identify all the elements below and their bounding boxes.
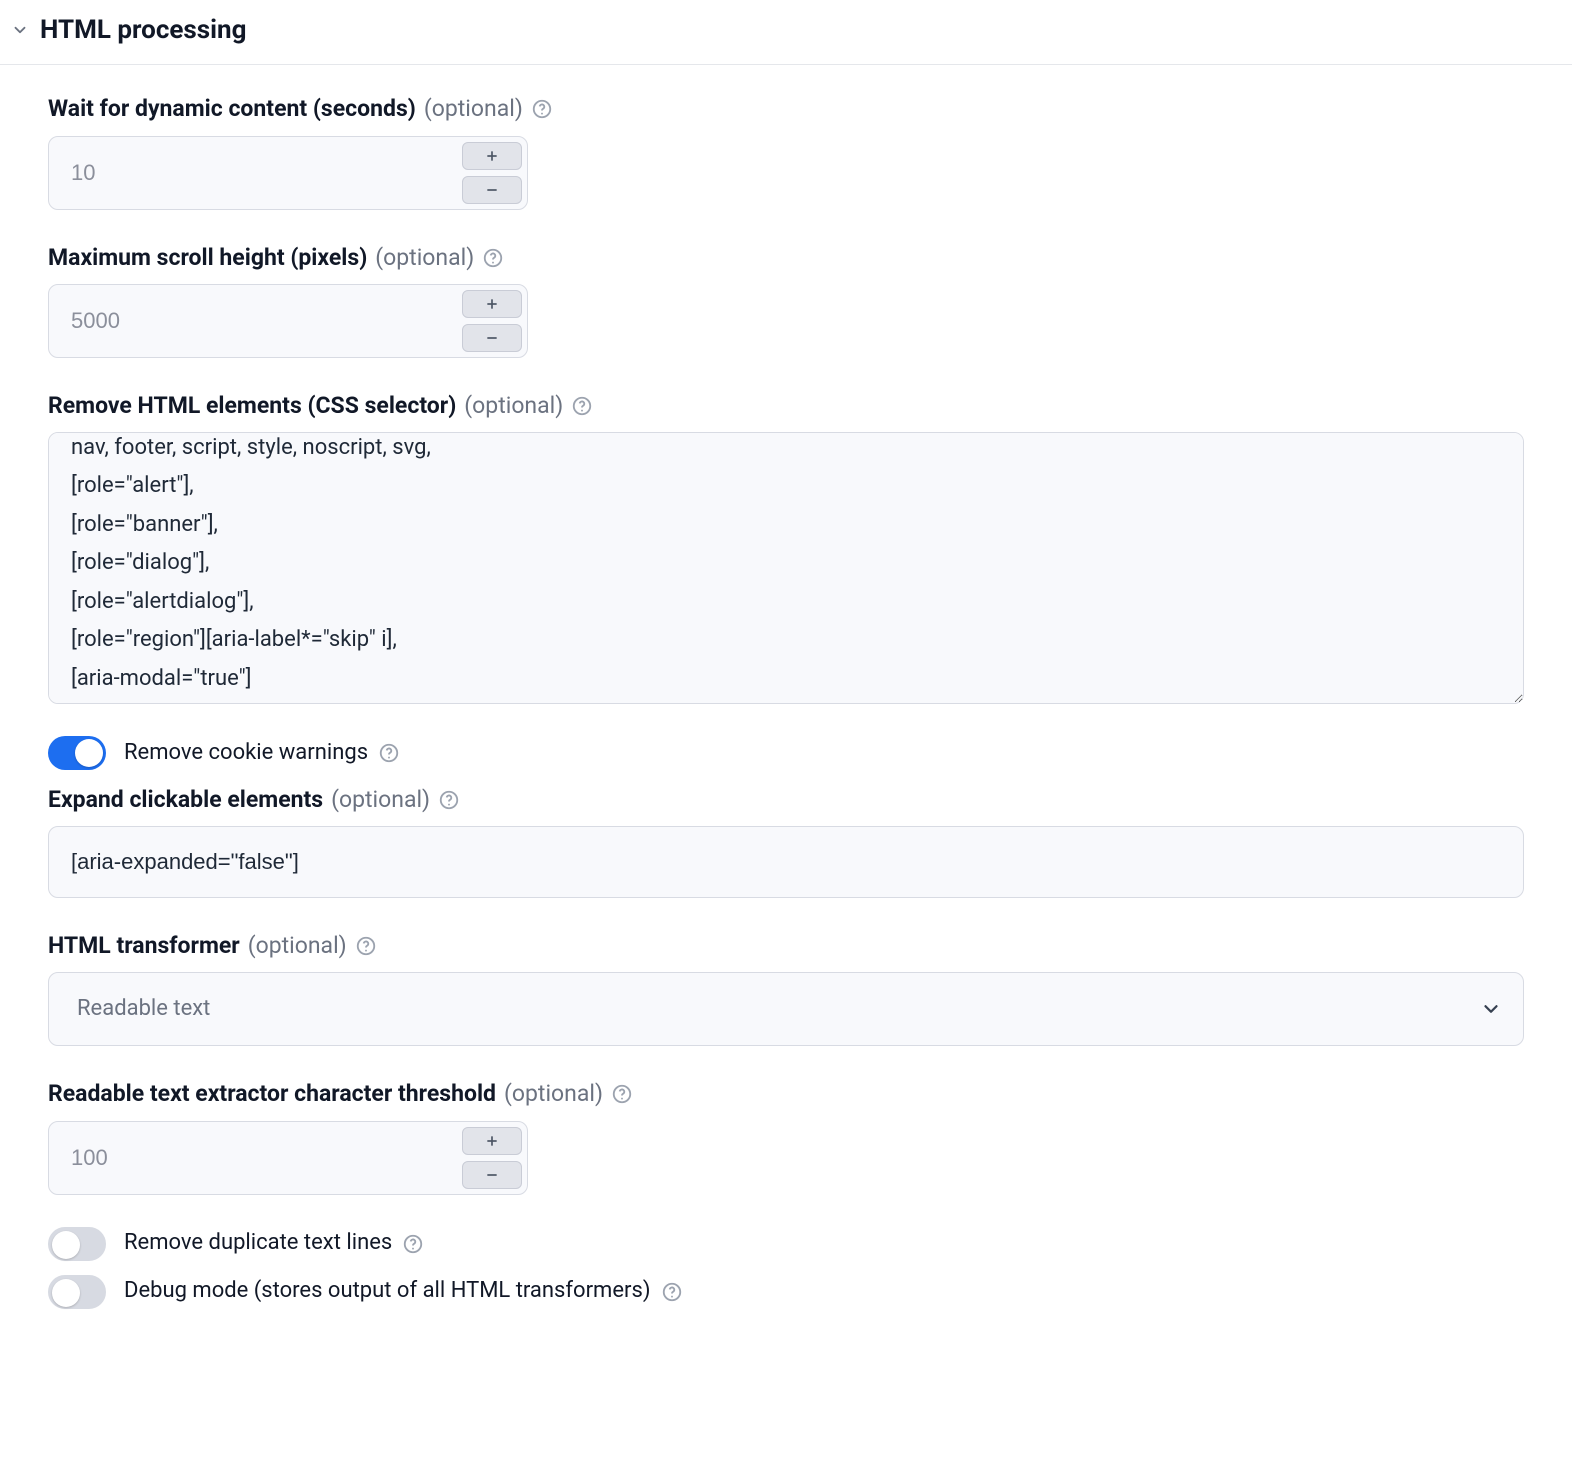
chevron-down-icon <box>10 20 30 40</box>
html-transformer-select[interactable]: Readable text <box>48 972 1524 1046</box>
chevron-down-icon <box>1480 998 1502 1020</box>
help-icon[interactable] <box>355 935 377 957</box>
html-transformer-label: HTML transformer <box>48 930 240 962</box>
optional-tag: (optional) <box>464 390 563 422</box>
expand-clickable-field: Expand clickable elements (optional) <box>48 784 1524 898</box>
help-icon[interactable] <box>438 789 460 811</box>
expand-clickable-input[interactable] <box>48 826 1524 898</box>
help-icon[interactable] <box>402 1233 424 1255</box>
wait-label: Wait for dynamic content (seconds) <box>48 93 416 125</box>
wait-decrement-button[interactable] <box>462 176 522 204</box>
section-title: HTML processing <box>40 12 246 48</box>
optional-tag: (optional) <box>424 93 523 125</box>
max-scroll-input[interactable] <box>48 284 528 358</box>
max-scroll-increment-button[interactable] <box>462 290 522 318</box>
help-icon[interactable] <box>531 98 553 120</box>
expand-clickable-label: Expand clickable elements <box>48 784 323 816</box>
debug-mode-row: Debug mode (stores output of all HTML tr… <box>48 1275 1524 1309</box>
remove-selector-label: Remove HTML elements (CSS selector) <box>48 390 456 422</box>
form-body: Wait for dynamic content (seconds) (opti… <box>0 65 1572 1328</box>
optional-tag: (optional) <box>504 1078 603 1110</box>
help-icon[interactable] <box>378 742 400 764</box>
remove-cookie-warnings-toggle[interactable] <box>48 736 106 770</box>
html-transformer-selected: Readable text <box>77 994 210 1025</box>
wait-field: Wait for dynamic content (seconds) (opti… <box>48 93 1524 209</box>
help-icon[interactable] <box>661 1281 683 1303</box>
section-header[interactable]: HTML processing <box>0 0 1572 65</box>
wait-increment-button[interactable] <box>462 142 522 170</box>
html-transformer-label-line: HTML transformer (optional) <box>48 930 1524 962</box>
threshold-label: Readable text extractor character thresh… <box>48 1078 496 1110</box>
remove-duplicate-lines-toggle[interactable] <box>48 1227 106 1261</box>
remove-duplicate-lines-row: Remove duplicate text lines <box>48 1227 1524 1261</box>
optional-tag: (optional) <box>248 930 347 962</box>
threshold-increment-button[interactable] <box>462 1127 522 1155</box>
wait-input[interactable] <box>48 136 528 210</box>
remove-cookie-warnings-label: Remove cookie warnings <box>124 738 368 769</box>
threshold-input[interactable] <box>48 1121 528 1195</box>
remove-selector-textarea[interactable] <box>48 432 1524 704</box>
threshold-label-line: Readable text extractor character thresh… <box>48 1078 1524 1110</box>
optional-tag: (optional) <box>331 784 430 816</box>
remove-selector-label-line: Remove HTML elements (CSS selector) (opt… <box>48 390 1524 422</box>
help-icon[interactable] <box>611 1083 633 1105</box>
wait-label-line: Wait for dynamic content (seconds) (opti… <box>48 93 1524 125</box>
remove-duplicate-lines-label: Remove duplicate text lines <box>124 1228 392 1259</box>
optional-tag: (optional) <box>375 242 474 274</box>
debug-mode-label: Debug mode (stores output of all HTML tr… <box>124 1276 651 1307</box>
remove-selector-field: Remove HTML elements (CSS selector) (opt… <box>48 390 1524 704</box>
max-scroll-decrement-button[interactable] <box>462 324 522 352</box>
threshold-field: Readable text extractor character thresh… <box>48 1078 1524 1194</box>
max-scroll-label: Maximum scroll height (pixels) <box>48 242 367 274</box>
expand-clickable-label-line: Expand clickable elements (optional) <box>48 784 1524 816</box>
debug-mode-toggle[interactable] <box>48 1275 106 1309</box>
help-icon[interactable] <box>482 247 504 269</box>
remove-cookie-warnings-row: Remove cookie warnings <box>48 736 1524 770</box>
html-transformer-field: HTML transformer (optional) Readable tex… <box>48 930 1524 1046</box>
help-icon[interactable] <box>571 395 593 417</box>
threshold-decrement-button[interactable] <box>462 1161 522 1189</box>
max-scroll-field: Maximum scroll height (pixels) (optional… <box>48 242 1524 358</box>
max-scroll-label-line: Maximum scroll height (pixels) (optional… <box>48 242 1524 274</box>
